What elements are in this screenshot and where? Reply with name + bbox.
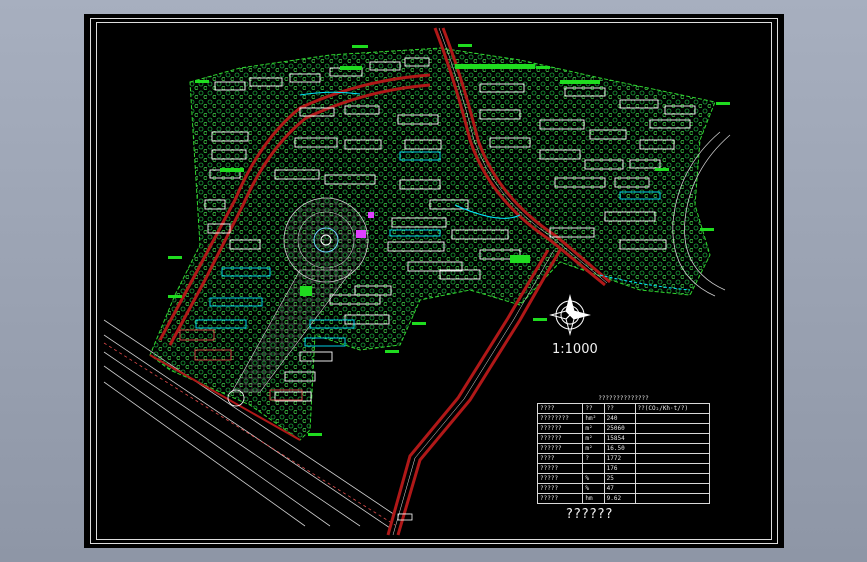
table-cell: 16.50	[603, 443, 636, 454]
table-cell: hm²	[582, 413, 605, 424]
table-cell: ??????	[536, 443, 584, 454]
table-row: ?????? m² 16.50	[536, 443, 711, 454]
table-cell: ??????	[536, 433, 584, 444]
table-cell: m²	[582, 423, 605, 434]
table-cell: m²	[582, 433, 605, 444]
header-cell: ??(CO₂/Kh·t/?)	[634, 403, 711, 414]
statistics-table: ?????????????? ???? ?? ?? ??(CO₂/Kh·t/?)…	[536, 395, 711, 504]
drawing-title: ??????	[566, 507, 614, 522]
table-cell: hm	[582, 493, 605, 504]
table-cell: 1772	[603, 453, 636, 464]
north-arrow-icon	[549, 294, 591, 336]
table-cell	[634, 423, 711, 434]
table-row: ?????% 47	[536, 483, 711, 494]
table-row: ?????? m² 25060	[536, 423, 711, 434]
table-cell: ?????	[536, 463, 584, 474]
table-cell: ?????	[536, 483, 584, 494]
table-cell: 25060	[603, 423, 636, 434]
table-caption: ??????????????	[598, 395, 649, 402]
table-cell: m²	[582, 443, 605, 454]
table-cell: %	[582, 473, 605, 484]
site-plan	[103, 27, 731, 536]
table-cell: %	[582, 483, 605, 494]
table-row: ?????% 25	[536, 473, 711, 484]
table-header-row: ???? ?? ?? ??(CO₂/Kh·t/?)	[536, 403, 711, 414]
table-cell	[634, 483, 711, 494]
site-boundary	[149, 47, 716, 441]
table-row: ????? 1772	[536, 453, 711, 464]
table-cell: 25	[603, 473, 636, 484]
header-cell: ????	[536, 403, 584, 414]
table-cell	[634, 453, 711, 464]
header-cell: ??	[582, 403, 605, 414]
table-cell: ?????	[536, 493, 584, 504]
table-cell	[634, 463, 711, 474]
table-row: ????? hm 9.62	[536, 493, 711, 504]
table-cell: 47	[603, 483, 636, 494]
table-cell	[634, 443, 711, 454]
scale-label: 1:1000	[552, 342, 598, 357]
table-cell: ?	[582, 453, 605, 464]
table-cell: ??????	[536, 423, 584, 434]
table-cell: ?????	[536, 473, 584, 484]
table-cell: ????	[536, 453, 584, 464]
table-cell: 15854	[603, 433, 636, 444]
table-cell: 240	[603, 413, 636, 424]
road-label: —————	[398, 511, 411, 516]
table-cell: 9.62	[603, 493, 636, 504]
table-cell	[634, 433, 711, 444]
table-cell: 176	[603, 463, 636, 474]
table-cell: ????????	[536, 413, 584, 424]
table-cell	[634, 493, 711, 504]
table-cell	[634, 413, 711, 424]
table-row: ????? 176	[536, 463, 711, 474]
table-row: ?????? m² 15854	[536, 433, 711, 444]
table-row: ???????? hm² 240	[536, 413, 711, 424]
table-cell	[634, 473, 711, 484]
table-cell	[582, 463, 605, 474]
header-cell: ??	[603, 403, 636, 414]
